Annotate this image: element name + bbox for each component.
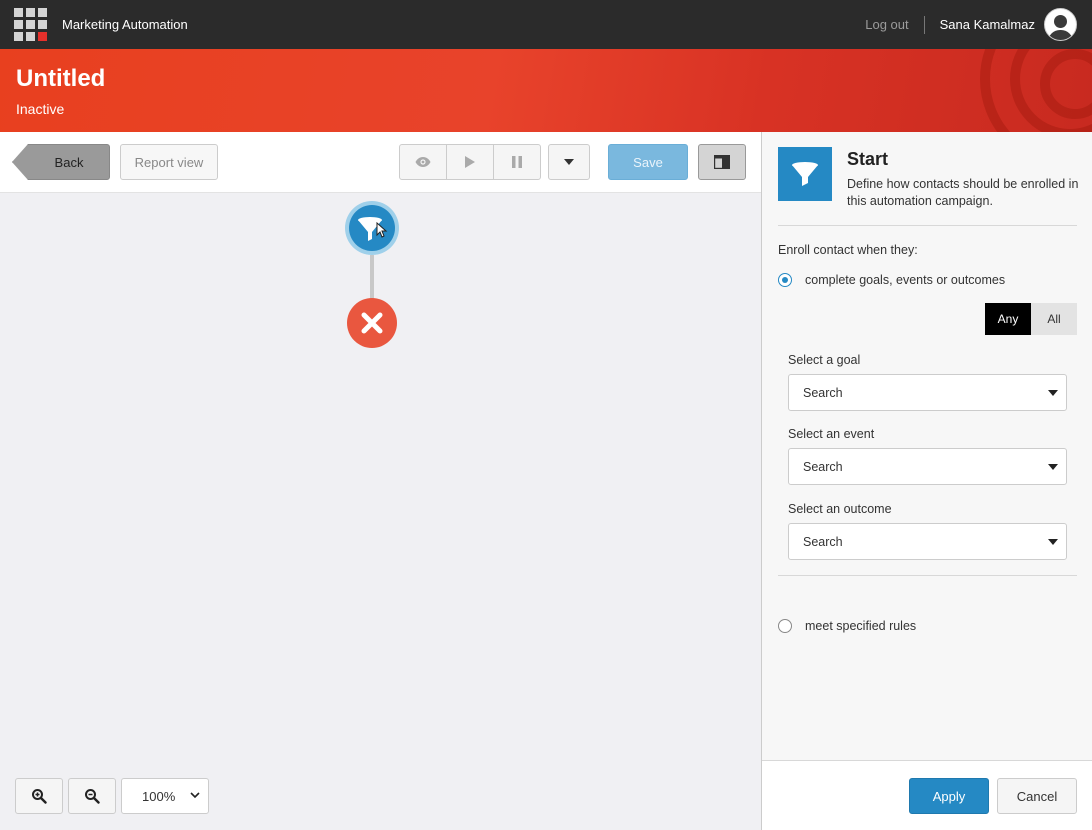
- funnel-icon: [358, 217, 388, 241]
- panel-description: Define how contacts should be enrolled i…: [847, 177, 1079, 208]
- panel-title: Start: [847, 149, 889, 169]
- page-title: Untitled: [16, 65, 106, 92]
- report-view-button[interactable]: Report view: [120, 144, 218, 180]
- flow-connector: [370, 255, 374, 299]
- start-funnel-icon: [778, 147, 832, 201]
- canvas-toolbar: Back Report view Save: [0, 132, 761, 193]
- more-actions-button[interactable]: [548, 144, 590, 180]
- toggle-panel-button[interactable]: [698, 144, 746, 180]
- caret-down-icon: [564, 159, 574, 165]
- chevron-down-icon: [190, 792, 200, 799]
- enroll-label: Enroll contact when they:: [778, 243, 918, 257]
- apply-button[interactable]: Apply: [909, 778, 989, 814]
- goal-select[interactable]: Search: [788, 374, 1067, 411]
- zoom-in-button[interactable]: [15, 778, 63, 814]
- page-header: Untitled Inactive: [0, 49, 1092, 132]
- outcome-label: Select an outcome: [788, 502, 892, 516]
- user-name[interactable]: Sana Kamalmaz: [940, 17, 1035, 32]
- app-launcher-icon[interactable]: [14, 8, 47, 41]
- event-select-value: Search: [803, 459, 843, 474]
- back-button[interactable]: Back: [12, 144, 110, 180]
- goal-select-value: Search: [803, 385, 843, 400]
- flow-canvas[interactable]: [0, 193, 761, 830]
- campaign-status: Inactive: [16, 101, 65, 117]
- activate-button[interactable]: [447, 145, 494, 179]
- goals-radio[interactable]: [778, 273, 792, 287]
- zoom-in-icon: [32, 789, 47, 804]
- play-icon: [465, 156, 475, 168]
- app-title: Marketing Automation: [62, 17, 188, 32]
- any-all-toggle: Any All: [985, 303, 1077, 335]
- toggle-all[interactable]: All: [1031, 303, 1077, 335]
- pause-button[interactable]: [494, 145, 540, 179]
- goals-radio-label[interactable]: complete goals, events or outcomes: [805, 273, 1005, 287]
- close-icon: [361, 312, 383, 334]
- event-label: Select an event: [788, 427, 875, 441]
- outcome-select[interactable]: Search: [788, 523, 1067, 560]
- rules-radio-label[interactable]: meet specified rules: [805, 619, 916, 633]
- caret-down-icon: [1048, 539, 1058, 545]
- layout-icon: [714, 155, 730, 169]
- start-filter-node[interactable]: [345, 201, 399, 255]
- eye-icon: [415, 157, 431, 167]
- divider: [778, 575, 1077, 576]
- preview-button[interactable]: [400, 145, 447, 179]
- user-area: Log out Sana Kamalmaz: [865, 0, 1092, 49]
- end-node[interactable]: [347, 298, 397, 348]
- panel-footer: Apply Cancel: [762, 760, 1092, 830]
- zoom-level-select[interactable]: 100%: [121, 778, 209, 814]
- toggle-any[interactable]: Any: [985, 303, 1031, 335]
- top-bar: Marketing Automation Log out Sana Kamalm…: [0, 0, 1092, 49]
- caret-down-icon: [1048, 390, 1058, 396]
- event-select[interactable]: Search: [788, 448, 1067, 485]
- pause-icon: [512, 156, 522, 168]
- outcome-select-value: Search: [803, 534, 843, 549]
- caret-down-icon: [1048, 464, 1058, 470]
- zoom-out-button[interactable]: [68, 778, 116, 814]
- rules-radio[interactable]: [778, 619, 792, 633]
- playback-controls: [399, 144, 541, 180]
- goal-label: Select a goal: [788, 353, 861, 367]
- save-button[interactable]: Save: [608, 144, 688, 180]
- avatar[interactable]: [1044, 8, 1077, 41]
- zoom-level-value: 100%: [142, 788, 176, 804]
- divider: [778, 225, 1077, 226]
- zoom-out-icon: [85, 789, 100, 804]
- logout-link[interactable]: Log out: [865, 15, 925, 34]
- properties-panel: Start Define how contacts should be enro…: [761, 132, 1092, 830]
- cancel-button[interactable]: Cancel: [997, 778, 1077, 814]
